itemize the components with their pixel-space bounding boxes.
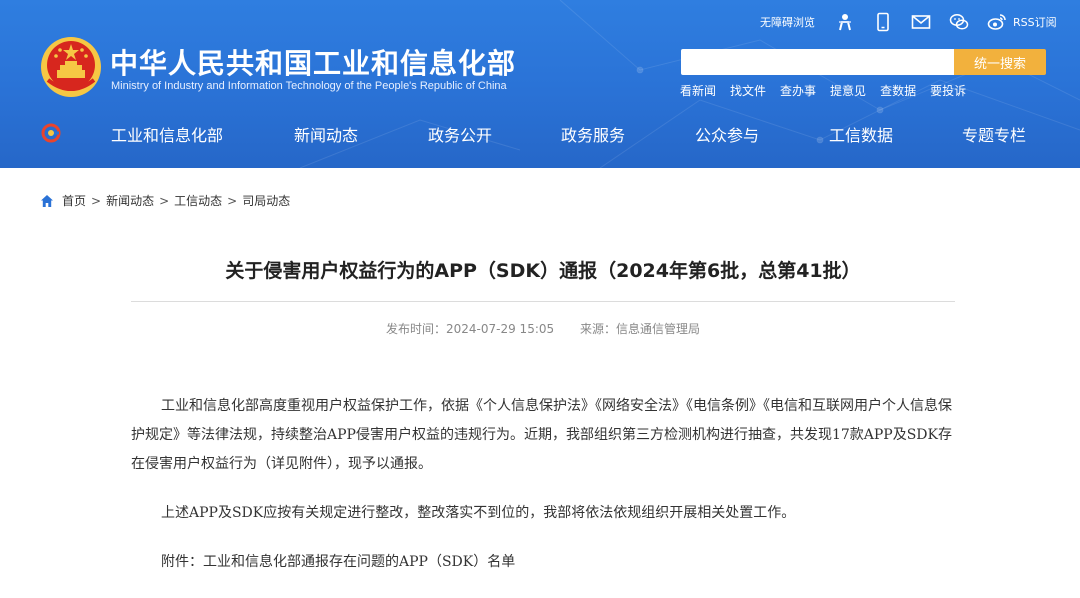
attachment-link[interactable]: 附件：工业和信息化部通报存在问题的APP（SDK）名单	[131, 548, 955, 577]
nav-item-news[interactable]: 新闻动态	[294, 122, 358, 146]
search-input[interactable]	[681, 49, 954, 75]
breadcrumb-separator: >	[91, 193, 102, 208]
quick-links: 看新闻 找文件 查办事 提意见 查数据 要投诉	[680, 82, 980, 99]
quick-link-complaint[interactable]: 要投诉	[930, 82, 966, 99]
nav-item-data[interactable]: 工信数据	[829, 122, 893, 146]
nav-item-public-participation[interactable]: 公众参与	[695, 122, 759, 146]
weibo-icon[interactable]	[987, 12, 1007, 32]
quick-link-feedback[interactable]: 提意见	[830, 82, 866, 99]
national-emblem-icon	[41, 37, 101, 97]
breadcrumb-separator: >	[159, 193, 170, 208]
elder-mode-icon[interactable]	[835, 12, 855, 32]
top-toolbar: 无障碍浏览 RSS订阅	[760, 10, 1057, 34]
mail-icon[interactable]	[911, 12, 931, 32]
quick-link-data[interactable]: 查数据	[880, 82, 916, 99]
quick-link-news[interactable]: 看新闻	[680, 82, 716, 99]
breadcrumb-separator: >	[227, 193, 238, 208]
breadcrumb: 首页 > 新闻动态 > 工信动态 > 司局动态	[40, 192, 290, 209]
publish-time: 发布时间：2024-07-29 15:05	[386, 322, 555, 336]
nav-item-government-affairs[interactable]: 政务公开	[428, 122, 492, 146]
quick-link-services[interactable]: 查办事	[780, 82, 816, 99]
accessibility-link[interactable]: 无障碍浏览	[760, 14, 815, 30]
article-title: 关于侵害用户权益行为的APP（SDK）通报（2024年第6批，总第41批）	[225, 260, 861, 282]
home-icon[interactable]	[40, 194, 54, 208]
search-button[interactable]: 统一搜索	[954, 49, 1046, 75]
article-body: 工业和信息化部高度重视用户权益保护工作，依据《个人信息保护法》《网络安全法》《电…	[131, 392, 955, 597]
article-meta: 发布时间：2024-07-29 15:05 来源：信息通信管理局	[131, 320, 955, 337]
site-header: 中华人民共和国工业和信息化部 Ministry of Industry and …	[0, 0, 1080, 168]
breadcrumb-home[interactable]: 首页	[62, 192, 86, 209]
article-paragraph: 工业和信息化部高度重视用户权益保护工作，依据《个人信息保护法》《网络安全法》《电…	[131, 398, 952, 472]
article-source: 来源：信息通信管理局	[579, 322, 700, 336]
ministry-logo-icon[interactable]	[40, 122, 62, 144]
mobile-icon[interactable]	[873, 12, 893, 32]
title-divider	[131, 301, 955, 302]
nav-item-special-topics[interactable]: 专题专栏	[962, 122, 1026, 146]
nav-item-government-services[interactable]: 政务服务	[561, 122, 625, 146]
rss-link[interactable]: RSS订阅	[1013, 14, 1057, 30]
breadcrumb-industry-news[interactable]: 工信动态	[174, 192, 222, 209]
main-nav: 工业和信息化部 新闻动态 政务公开 政务服务 公众参与 工信数据 专题专栏	[0, 114, 1080, 152]
wechat-icon[interactable]	[949, 12, 969, 32]
nav-item-ministry[interactable]: 工业和信息化部	[111, 122, 223, 146]
breadcrumb-department-news[interactable]: 司局动态	[242, 192, 290, 209]
site-subtitle: Ministry of Industry and Information Tec…	[111, 80, 507, 92]
breadcrumb-news[interactable]: 新闻动态	[106, 192, 154, 209]
site-title: 中华人民共和国工业和信息化部	[110, 47, 517, 80]
article-paragraph: 上述APP及SDK应按有关规定进行整改，整改落实不到位的，我部将依法依规组织开展…	[161, 505, 796, 521]
quick-link-documents[interactable]: 找文件	[730, 82, 766, 99]
